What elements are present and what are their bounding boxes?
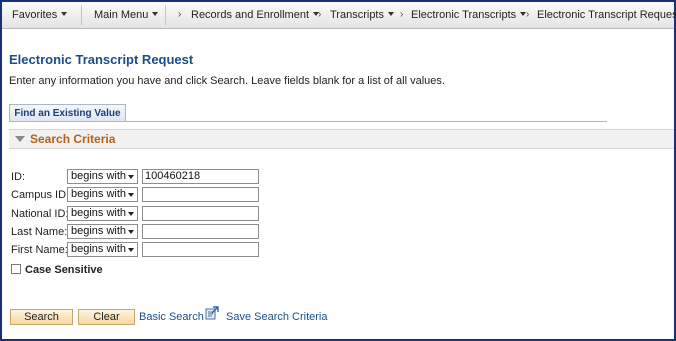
tab-divider: [9, 121, 607, 122]
clear-button[interactable]: Clear: [78, 309, 135, 325]
breadcrumb-records-enrollment[interactable]: Records and Enrollment: [191, 9, 320, 21]
campus-id-operator-select[interactable]: begins with: [67, 187, 138, 202]
id-operator-select[interactable]: begins with: [67, 169, 138, 184]
breadcrumb-label: Transcripts: [330, 9, 384, 21]
main-menu[interactable]: Main Menu: [94, 9, 159, 21]
national-id-input[interactable]: [142, 206, 259, 221]
last-name-input[interactable]: [142, 224, 259, 239]
last-name-operator-select[interactable]: begins with: [67, 224, 138, 239]
page-instructions: Enter any information you have and click…: [9, 75, 445, 87]
basic-search-link[interactable]: Basic Search: [139, 311, 204, 323]
dropdown-arrow-icon: [128, 230, 134, 234]
id-input[interactable]: 100460218: [142, 169, 259, 184]
id-operator-value: begins with: [71, 170, 127, 182]
search-button[interactable]: Search: [10, 309, 73, 325]
first-name-input[interactable]: [142, 242, 259, 257]
top-nav-bar: Favorites Main Menu › Records and Enroll…: [2, 2, 676, 29]
favorites-label: Favorites: [12, 9, 58, 21]
chevron-right-icon: ›: [318, 9, 322, 20]
dropdown-arrow-icon: [128, 175, 134, 179]
dropdown-arrow-icon: [128, 212, 134, 216]
search-criteria-title: Search Criteria: [30, 132, 116, 146]
nav-divider: [165, 5, 166, 25]
first-name-operator-select[interactable]: begins with: [67, 242, 138, 257]
campus-id-label: Campus ID:: [11, 189, 70, 201]
chevron-right-icon: ›: [526, 9, 530, 20]
save-search-icon[interactable]: [205, 306, 219, 320]
tab-find-existing-value[interactable]: Find an Existing Value: [9, 104, 126, 122]
last-name-operator-value: begins with: [71, 225, 127, 237]
last-name-label: Last Name:: [11, 226, 68, 238]
caret-down-icon: [388, 12, 394, 16]
national-id-operator-value: begins with: [71, 207, 127, 219]
chevron-right-icon: ›: [400, 9, 404, 20]
nav-divider: [81, 5, 82, 25]
caret-down-icon: [61, 12, 68, 16]
caret-down-icon: [152, 12, 159, 16]
favorites-menu[interactable]: Favorites: [12, 9, 68, 21]
breadcrumb-label: Electronic Transcripts: [411, 9, 517, 21]
chevron-right-icon: ›: [178, 9, 182, 20]
campus-id-operator-value: begins with: [71, 188, 127, 200]
first-name-operator-value: begins with: [71, 243, 127, 255]
campus-id-input[interactable]: [142, 187, 259, 202]
search-criteria-header[interactable]: Search Criteria: [9, 129, 674, 149]
collapse-triangle-icon: [15, 136, 25, 142]
breadcrumb-label: Records and Enrollment: [191, 9, 310, 21]
save-search-criteria-link[interactable]: Save Search Criteria: [226, 311, 328, 323]
main-menu-label: Main Menu: [94, 9, 149, 21]
dropdown-arrow-icon: [128, 248, 134, 252]
national-id-label: National ID:: [11, 208, 69, 220]
dropdown-arrow-icon: [128, 193, 134, 197]
first-name-label: First Name:: [11, 244, 68, 256]
breadcrumb-transcripts[interactable]: Transcripts: [330, 9, 394, 21]
case-sensitive-label: Case Sensitive: [25, 264, 103, 276]
national-id-operator-select[interactable]: begins with: [67, 206, 138, 221]
breadcrumb-current-page: Electronic Transcript Request: [537, 9, 676, 21]
case-sensitive-checkbox[interactable]: [11, 264, 21, 274]
page-title: Electronic Transcript Request: [9, 52, 194, 67]
breadcrumb-electronic-transcripts[interactable]: Electronic Transcripts: [411, 9, 527, 21]
id-label: ID:: [11, 171, 26, 183]
window-frame: Favorites Main Menu › Records and Enroll…: [0, 0, 676, 341]
